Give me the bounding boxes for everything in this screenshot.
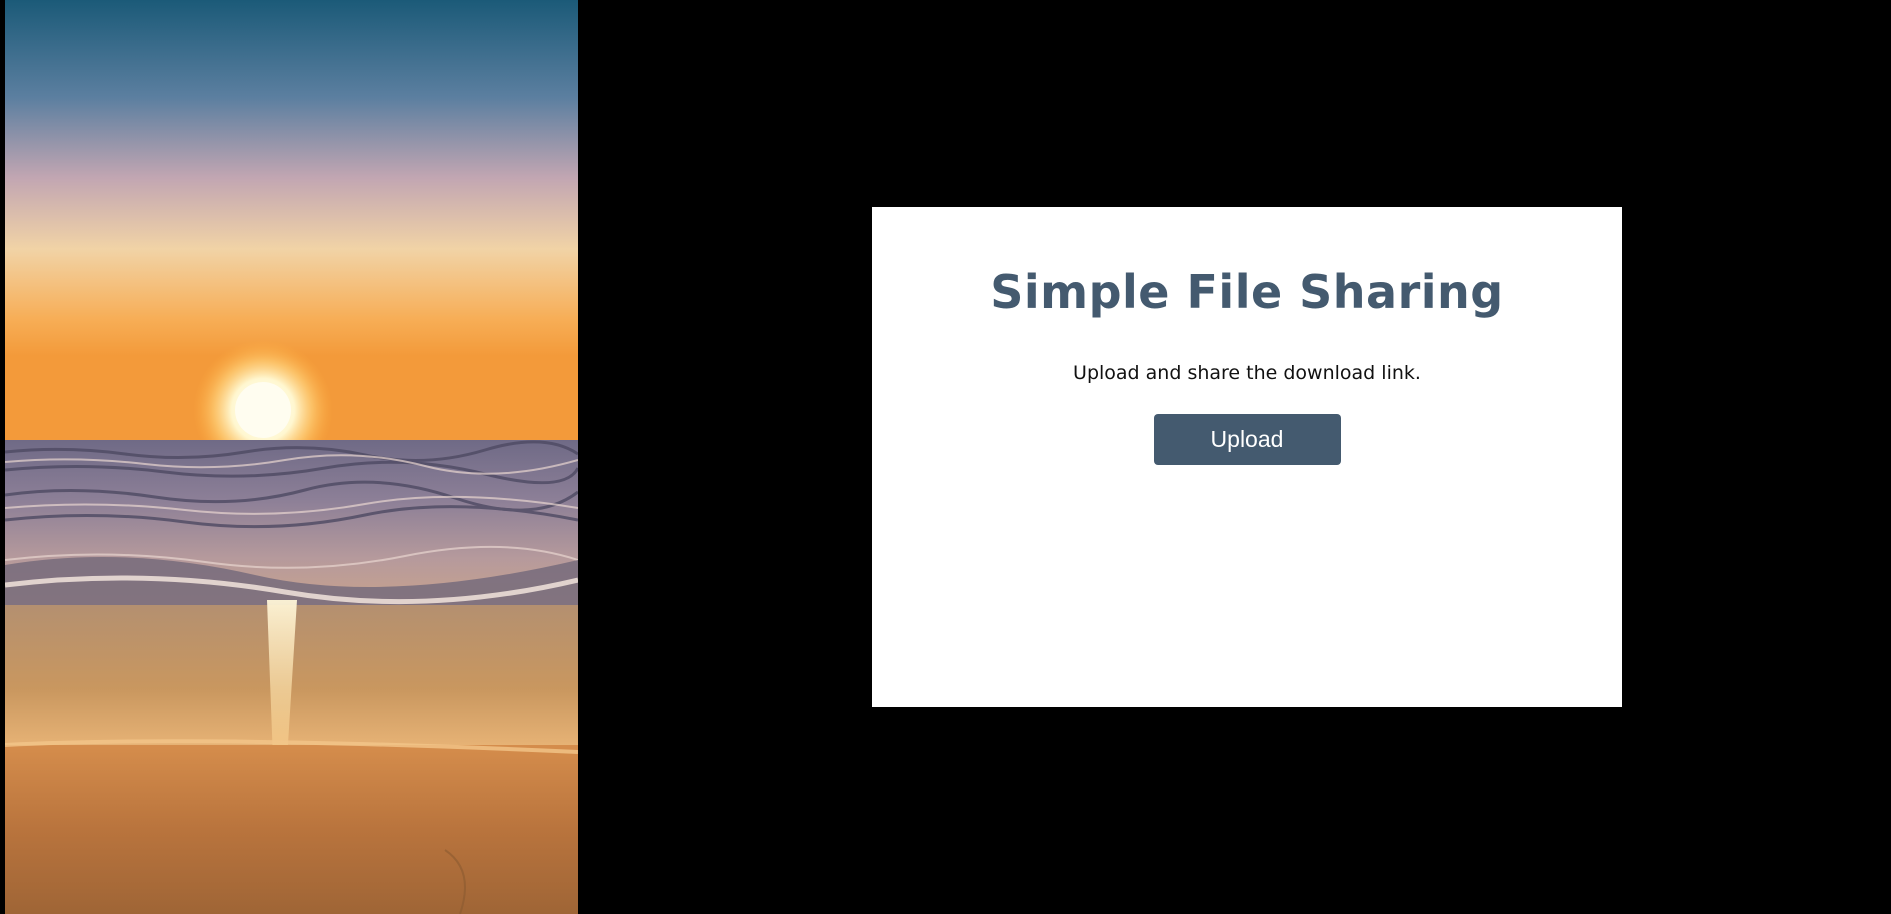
page-subtitle: Upload and share the download link. (1073, 362, 1421, 385)
sunset-beach-photo (5, 0, 578, 914)
hero-image (5, 0, 578, 914)
page: Simple File Sharing Upload and share the… (0, 0, 1891, 914)
upload-card: Simple File Sharing Upload and share the… (872, 207, 1622, 707)
upload-button[interactable]: Upload (1153, 414, 1341, 466)
page-title: Simple File Sharing (990, 265, 1504, 319)
